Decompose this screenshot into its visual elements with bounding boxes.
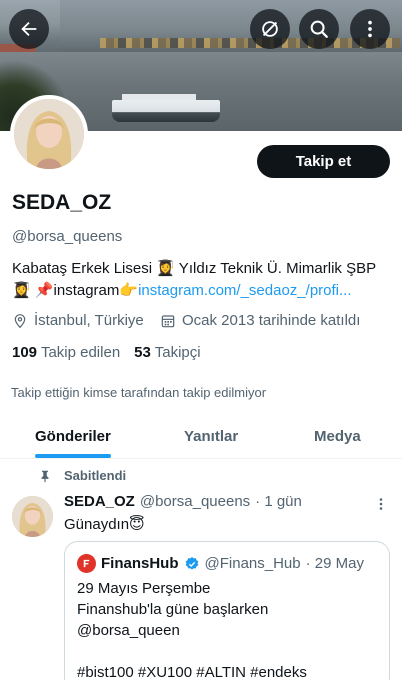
tweet-author-handle[interactable]: @borsa_queens (140, 493, 250, 510)
tweet-avatar[interactable] (12, 496, 53, 537)
quoted-tweet-date: · 29 May (305, 555, 364, 572)
profile-tabs: Gönderiler Yanıtlar Medya (0, 414, 402, 459)
location-text: İstanbul, Türkiye (34, 312, 144, 329)
circle-slash-icon (262, 21, 278, 37)
arrow-left-icon (21, 21, 37, 37)
quoted-line: @borsa_queen (77, 622, 180, 639)
location-pin-icon (14, 313, 26, 328)
profile-bio: Kabataş Erkek Lisesi 👩‍🎓 Yıldız Teknik Ü… (12, 258, 396, 302)
profile-avatar[interactable] (10, 95, 88, 173)
quoted-line: Finanshub'la güne başlarken (77, 601, 269, 618)
more-options-button[interactable] (350, 9, 390, 49)
follow-button[interactable]: Takip et (257, 145, 390, 178)
tab-replies[interactable]: Yanıtlar (184, 414, 238, 458)
location: İstanbul, Türkiye (12, 312, 144, 329)
search-icon (310, 20, 328, 38)
join-date-text: Ocak 2013 tarihinde katıldı (182, 312, 361, 329)
tweet-author-name[interactable]: SEDA_OZ (64, 493, 135, 510)
quoted-line: #bist100 #XU100 #ALTIN #endeks (77, 664, 307, 680)
search-button[interactable] (299, 9, 339, 49)
quoted-author-name: FinansHub (101, 555, 179, 572)
display-name: SEDA_OZ (12, 191, 112, 214)
quoted-tweet[interactable]: FinansHub @Finans_Hub · 29 May 29 Mayıs … (64, 541, 390, 680)
circle-slash-button[interactable] (250, 9, 290, 49)
more-vertical-icon (368, 20, 372, 38)
banner-ship (112, 94, 220, 122)
followers-link[interactable]: 53 Takipçi (134, 344, 200, 361)
quoted-author-handle: @Finans_Hub (204, 555, 301, 572)
following-count: 109 (12, 344, 38, 361)
followers-count: 53 (134, 344, 151, 361)
bio-line-1: Kabataş Erkek Lisesi 👩‍🎓 Yıldız Teknik Ü… (12, 260, 377, 277)
quoted-tweet-header: FinansHub @Finans_Hub · 29 May (77, 554, 364, 573)
calendar-icon (161, 314, 175, 327)
following-label: Takip edilen (40, 344, 121, 361)
bio-line-2-text: 👩‍🎓 📌instagram👉 (12, 282, 139, 299)
avatar-image (14, 99, 84, 169)
bio-link[interactable]: instagram.com/_sedaoz_/profi... (138, 282, 351, 299)
quoted-line (77, 641, 307, 662)
join-date: Ocak 2013 tarihinde katıldı (160, 312, 360, 329)
tab-media[interactable]: Medya (314, 414, 361, 458)
quoted-tweet-text: 29 Mayıs Perşembe Finanshub'la güne başl… (77, 578, 307, 680)
back-button[interactable] (9, 9, 49, 49)
tab-posts-label: Gönderiler (35, 427, 111, 445)
finanshub-logo-icon (77, 554, 96, 573)
not-followed-notice: Takip ettiğin kimse tarafından takip edi… (11, 385, 267, 400)
quoted-line: 29 Mayıs Perşembe (77, 580, 211, 597)
tweet-more-button[interactable] (374, 497, 388, 511)
tweet-time[interactable]: · 1 gün (255, 493, 302, 510)
more-vertical-icon (379, 498, 383, 510)
pinned-indicator: Sabitlendi (38, 468, 126, 483)
follow-counts: 109 Takip edilen 53 Takipçi (12, 344, 201, 361)
tab-posts[interactable]: Gönderiler (35, 414, 111, 458)
verified-badge-icon (185, 556, 198, 570)
tab-media-label: Medya (314, 427, 361, 445)
following-link[interactable]: 109 Takip edilen (12, 344, 120, 361)
pin-icon (41, 470, 49, 482)
tweet-text: Günaydın😇 (64, 516, 145, 533)
bio-line-2: 👩‍🎓 📌instagram👉instagram.com/_sedaoz_/pr… (12, 280, 396, 302)
avatar-image (12, 496, 53, 537)
tweet-header: SEDA_OZ @borsa_queens · 1 gün (64, 493, 302, 510)
tab-replies-label: Yanıtlar (184, 427, 239, 445)
active-tab-indicator (35, 454, 111, 458)
pinned-label: Sabitlendi (64, 468, 127, 483)
followers-label: Takipçi (154, 344, 201, 361)
user-handle: @borsa_queens (12, 228, 123, 245)
